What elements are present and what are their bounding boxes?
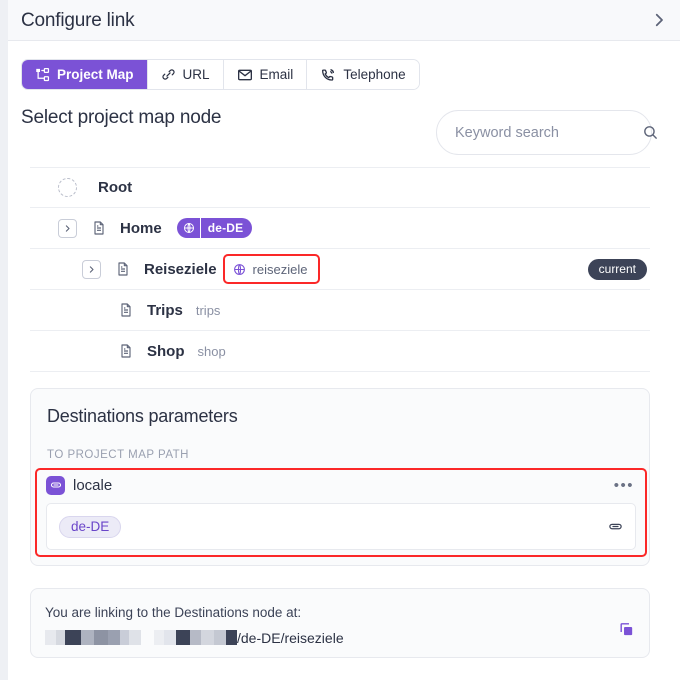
tree-node-slug: trips xyxy=(195,302,221,318)
token-icon[interactable] xyxy=(608,519,623,534)
expand-toggle[interactable] xyxy=(58,218,77,238)
project-map-tree: Root Home de-DE Reiseziele reiseziele cu… xyxy=(30,167,650,372)
link-icon xyxy=(161,67,176,82)
dialog-header: Configure link xyxy=(8,0,680,41)
tab-telephone[interactable]: Telephone xyxy=(307,60,419,89)
locale-badge: de-DE xyxy=(176,218,253,238)
link-target-url: /de-DE/reiseziele xyxy=(45,629,344,646)
status-badge: current xyxy=(587,258,647,280)
page-title: Configure link xyxy=(21,10,135,31)
configure-link-dialog: Configure link Project Map URL Email Tel… xyxy=(0,0,680,680)
tab-email[interactable]: Email xyxy=(223,60,308,89)
tree-row[interactable]: Shop shop xyxy=(30,331,650,372)
params-title: Destinations parameters xyxy=(47,406,238,426)
document-icon xyxy=(91,220,107,236)
locale-value-token[interactable]: de-DE xyxy=(59,515,122,538)
tree-node-label: Reiseziele xyxy=(144,260,217,278)
phone-ring-icon xyxy=(320,67,336,83)
globe-icon xyxy=(177,218,201,238)
tree-node-label: Trips xyxy=(147,301,183,319)
search-input[interactable] xyxy=(437,124,642,141)
destinations-parameters-card: Destinations parameters TO PROJECT MAP P… xyxy=(30,388,650,566)
dashed-circle-icon xyxy=(58,178,77,197)
tab-telephone-label: Telephone xyxy=(343,67,406,82)
tree-node-label: Home xyxy=(120,219,162,237)
locale-param-header: locale ••• xyxy=(38,471,644,499)
search-icon[interactable] xyxy=(642,124,659,141)
locale-param-label: locale xyxy=(73,476,113,494)
slug-chip-highlighted[interactable]: reiseziele xyxy=(222,254,321,284)
tree-row[interactable]: Trips trips xyxy=(30,290,650,331)
tab-email-label: Email xyxy=(259,67,294,82)
document-icon xyxy=(118,343,134,359)
redacted-domain-part-1 xyxy=(45,630,141,645)
token-icon xyxy=(46,475,65,495)
envelope-icon xyxy=(237,67,253,83)
tree-node-slug: shop xyxy=(197,343,226,359)
globe-icon xyxy=(233,263,246,276)
tab-project-map[interactable]: Project Map xyxy=(22,60,148,89)
select-node-title: Select project map node xyxy=(21,107,222,128)
link-target-info: You are linking to the Destinations node… xyxy=(30,588,650,658)
document-icon xyxy=(118,302,134,318)
tab-url[interactable]: URL xyxy=(147,60,224,89)
chevron-right-icon[interactable] xyxy=(650,11,668,29)
link-type-tabs: Project Map URL Email Telephone xyxy=(21,59,420,90)
tree-node-label: Shop xyxy=(147,342,185,360)
expand-toggle[interactable] xyxy=(82,259,101,279)
sitemap-icon xyxy=(35,67,50,82)
params-subtitle: TO PROJECT MAP PATH xyxy=(47,449,189,461)
document-icon xyxy=(115,261,131,277)
tree-node-label: Root xyxy=(98,179,133,196)
locale-value-field[interactable]: de-DE xyxy=(46,503,636,550)
redacted-domain-part-2 xyxy=(154,630,237,645)
dialog-panel: Configure link Project Map URL Email Tel… xyxy=(8,0,680,680)
keyword-search[interactable] xyxy=(436,110,657,155)
tree-row[interactable]: Root xyxy=(30,167,650,208)
tab-url-label: URL xyxy=(182,67,210,82)
copy-icon[interactable] xyxy=(618,621,635,638)
tab-project-map-label: Project Map xyxy=(57,67,134,82)
locale-param-block-highlighted: locale ••• de-DE xyxy=(35,468,647,557)
locale-badge-label: de-DE xyxy=(207,221,244,235)
slug-chip-label: reiseziele xyxy=(252,261,308,277)
tree-row[interactable]: Home de-DE xyxy=(30,208,650,249)
link-target-label: You are linking to the Destinations node… xyxy=(45,605,302,620)
tree-row[interactable]: Reiseziele reiseziele current xyxy=(30,249,650,290)
url-suffix: /de-DE/reiseziele xyxy=(237,629,344,646)
ellipsis-icon[interactable]: ••• xyxy=(614,478,634,493)
